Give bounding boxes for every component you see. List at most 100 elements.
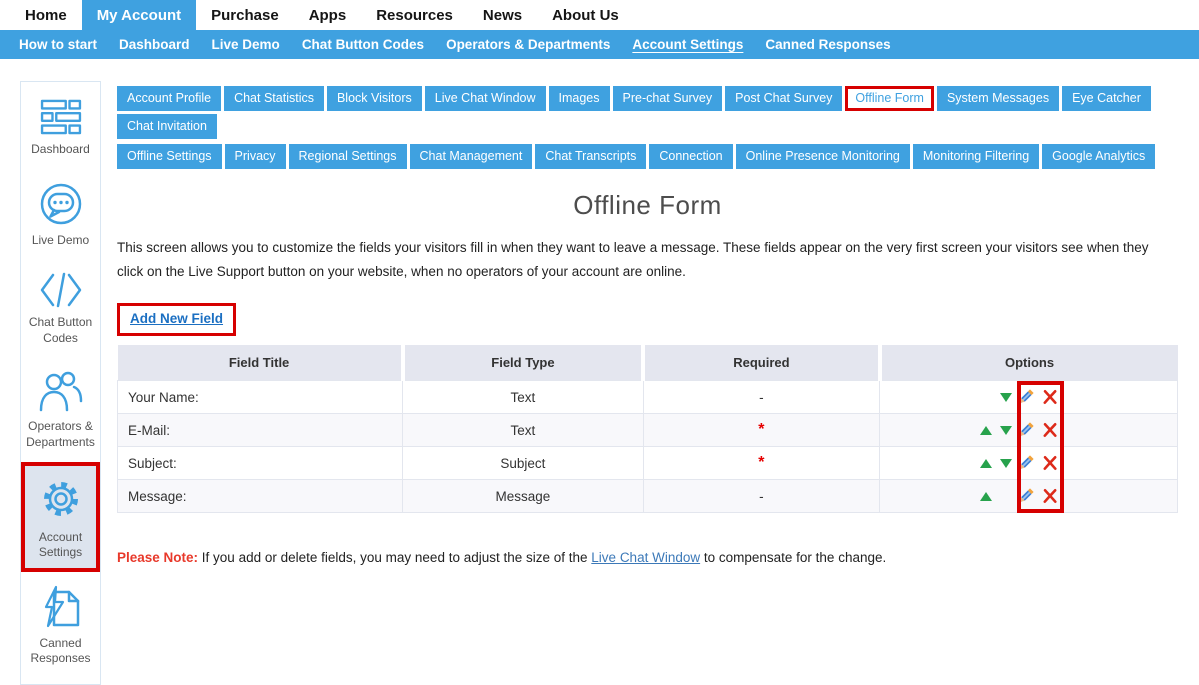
field-row-e-mail: E-Mail:Text * (118, 414, 1178, 447)
top-nav-item-home[interactable]: Home (10, 0, 82, 30)
tab-google-analytics[interactable]: Google Analytics (1042, 144, 1155, 169)
field-title-cell: Your Name: (118, 381, 403, 414)
please-note: Please Note: If you add or delete fields… (117, 550, 1178, 565)
sidebar-item-canned-responses[interactable]: Canned Responses (21, 572, 100, 678)
sub-nav-item-how-to-start[interactable]: How to start (8, 37, 108, 52)
move-up-icon[interactable] (980, 492, 992, 501)
tab-monitoring-filtering[interactable]: Monitoring Filtering (913, 144, 1039, 169)
canned-responses-icon (39, 585, 83, 629)
tab-post-chat-survey[interactable]: Post Chat Survey (725, 86, 842, 111)
delete-x-icon[interactable] (1040, 455, 1059, 471)
tab-privacy[interactable]: Privacy (225, 144, 286, 169)
move-up-slot (976, 492, 996, 501)
tab-chat-invitation[interactable]: Chat Invitation (117, 114, 217, 139)
sub-nav-item-live-demo[interactable]: Live Demo (201, 37, 291, 52)
settings-tabs-row-1: Account ProfileChat StatisticsBlock Visi… (117, 86, 1178, 139)
tab-account-profile[interactable]: Account Profile (117, 86, 221, 111)
top-nav: HomeMy AccountPurchaseAppsResourcesNewsA… (0, 0, 1199, 30)
tab-pre-chat-survey[interactable]: Pre-chat Survey (613, 86, 723, 111)
top-nav-item-apps[interactable]: Apps (294, 0, 362, 30)
field-options (880, 480, 1177, 512)
settings-tabs-row-2: Offline SettingsPrivacyRegional Settings… (117, 144, 1178, 169)
required-indicator: - (759, 390, 764, 405)
sub-nav-item-chat-button-codes[interactable]: Chat Button Codes (291, 37, 435, 52)
delete-x-icon[interactable] (1040, 389, 1059, 405)
field-type-cell: Text (403, 381, 644, 414)
main-content: Account ProfileChat StatisticsBlock Visi… (117, 86, 1178, 565)
top-nav-item-purchase[interactable]: Purchase (196, 0, 294, 30)
annotation-tab-offline-form[interactable]: Offline Form (845, 86, 934, 111)
dashboard-icon (40, 99, 82, 135)
tab-live-chat-window[interactable]: Live Chat Window (425, 86, 546, 111)
field-title-cell: Message: (118, 480, 403, 513)
field-options (880, 447, 1177, 479)
sidebar-item-label: Live Demo (32, 233, 89, 249)
top-nav-item-my-account[interactable]: My Account (82, 0, 196, 30)
required-indicator: - (759, 489, 764, 504)
tab-chat-statistics[interactable]: Chat Statistics (224, 86, 324, 111)
move-down-icon[interactable] (1000, 459, 1012, 468)
tab-chat-management[interactable]: Chat Management (410, 144, 533, 169)
move-down-slot (996, 426, 1016, 435)
field-options (880, 414, 1177, 446)
delete-x-icon[interactable] (1040, 422, 1059, 438)
tab-connection[interactable]: Connection (649, 144, 732, 169)
tab-online-presence-monitoring[interactable]: Online Presence Monitoring (736, 144, 910, 169)
sidebar-item-label: Account Settings (25, 530, 96, 561)
sub-nav-item-dashboard[interactable]: Dashboard (108, 37, 201, 52)
field-row-your-name: Your Name:Text - (118, 381, 1178, 414)
sub-nav-item-operators-departments[interactable]: Operators & Departments (435, 37, 621, 52)
column-header-options: Options (880, 345, 1178, 381)
account-sub-nav: How to startDashboardLive DemoChat Butto… (0, 30, 1199, 59)
add-new-field-link[interactable]: Add New Field (130, 311, 223, 326)
tab-offline-settings[interactable]: Offline Settings (117, 144, 222, 169)
move-down-slot (996, 459, 1016, 468)
required-indicator: * (758, 421, 764, 438)
tab-system-messages[interactable]: System Messages (937, 86, 1059, 111)
annotation-add-new-field: Add New Field (117, 303, 236, 336)
tab-chat-transcripts[interactable]: Chat Transcripts (535, 144, 646, 169)
tab-regional-settings[interactable]: Regional Settings (289, 144, 407, 169)
sub-nav-item-account-settings[interactable]: Account Settings (621, 37, 754, 52)
code-icon (39, 272, 83, 308)
column-header-field-type: Field Type (403, 345, 644, 381)
column-header-field-title: Field Title (118, 345, 403, 381)
field-title-cell: E-Mail: (118, 414, 403, 447)
tab-eye-catcher[interactable]: Eye Catcher (1062, 86, 1151, 111)
move-down-slot (996, 393, 1016, 402)
sidebar-item-account-settings[interactable]: Account Settings (21, 462, 100, 572)
delete-x-icon[interactable] (1040, 488, 1059, 504)
tab-images[interactable]: Images (549, 86, 610, 111)
sub-nav-item-canned-responses[interactable]: Canned Responses (754, 37, 901, 52)
top-nav-item-about-us[interactable]: About Us (537, 0, 634, 30)
sidebar-item-operators-departments[interactable]: Operators & Departments (21, 357, 100, 461)
fields-table: Field TitleField TypeRequiredOptions You… (117, 345, 1178, 514)
move-up-icon[interactable] (980, 426, 992, 435)
edit-pencil-icon[interactable] (1016, 388, 1035, 407)
move-up-icon[interactable] (980, 459, 992, 468)
sidebar-item-label: Chat Button Codes (23, 315, 98, 346)
top-nav-item-news[interactable]: News (468, 0, 537, 30)
tab-block-visitors[interactable]: Block Visitors (327, 86, 422, 111)
sidebar-item-live-demo[interactable]: Live Demo (21, 169, 100, 260)
operators-icon (39, 370, 83, 412)
sidebar-item-dashboard[interactable]: Dashboard (21, 86, 100, 169)
live-chat-window-link[interactable]: Live Chat Window (591, 550, 700, 565)
move-down-icon[interactable] (1000, 426, 1012, 435)
edit-pencil-icon[interactable] (1016, 421, 1035, 440)
field-type-cell: Text (403, 414, 644, 447)
fields-table-wrap: Field TitleField TypeRequiredOptions You… (117, 345, 1178, 514)
sidebar-item-label: Operators & Departments (23, 419, 98, 450)
field-row-subject: Subject:Subject* (118, 447, 1178, 480)
edit-pencil-icon[interactable] (1016, 454, 1035, 473)
field-options-cell (880, 381, 1178, 414)
move-down-icon[interactable] (1000, 393, 1012, 402)
sidebar-item-chat-button-codes[interactable]: Chat Button Codes (21, 259, 100, 357)
sidebar-item-label: Canned Responses (23, 636, 98, 667)
field-row-message: Message:Message- (118, 480, 1178, 513)
field-required-cell: - (643, 480, 879, 513)
field-options (880, 381, 1177, 413)
edit-pencil-icon[interactable] (1016, 487, 1035, 506)
page-title: Offline Form (117, 190, 1178, 221)
top-nav-item-resources[interactable]: Resources (361, 0, 468, 30)
